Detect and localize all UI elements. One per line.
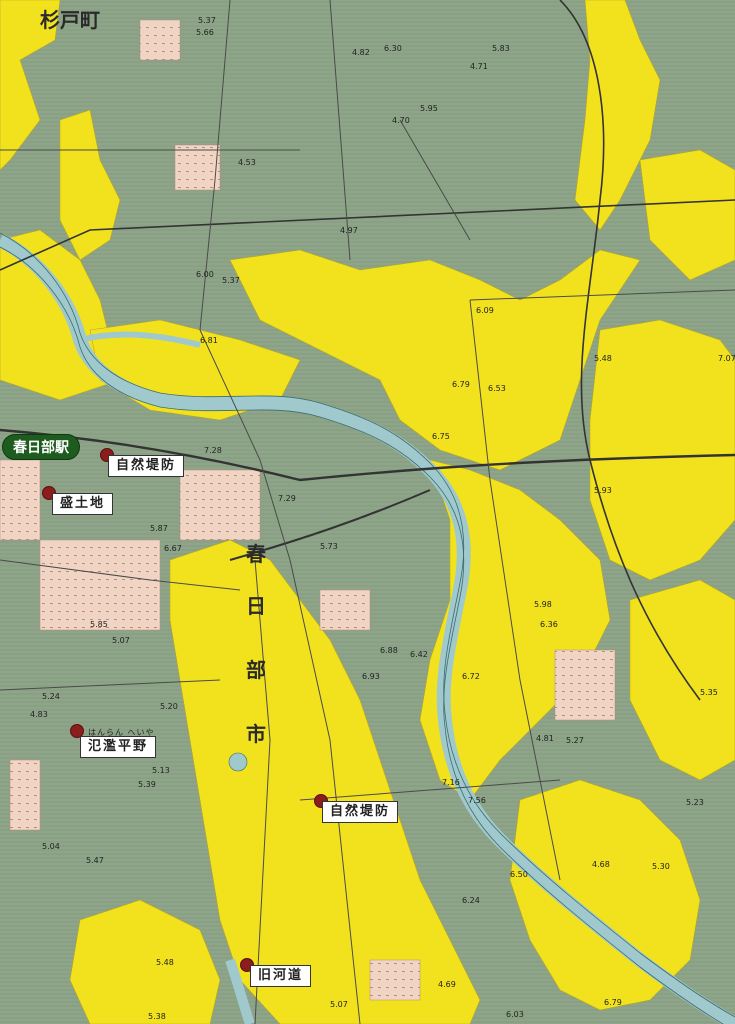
elevation-value: 5.27 <box>566 736 584 745</box>
elevation-value: 6.75 <box>432 432 450 441</box>
city-label-char: 市 <box>246 722 266 746</box>
elevation-value: 5.39 <box>138 780 156 789</box>
elevation-value: 4.68 <box>592 860 610 869</box>
elevation-value: 4.69 <box>438 980 456 989</box>
elevation-value: 6.09 <box>476 306 494 315</box>
elevation-value: 5.48 <box>594 354 612 363</box>
elevation-value: 5.24 <box>42 692 60 701</box>
elevation-value: 7.56 <box>468 796 486 805</box>
elevation-value: 6.42 <box>410 650 428 659</box>
elevation-value: 5.93 <box>594 486 612 495</box>
elevation-value: 5.20 <box>160 702 178 711</box>
elevation-value: 6.72 <box>462 672 480 681</box>
elevation-value: 4.70 <box>392 116 410 125</box>
elevation-value: 6.79 <box>452 380 470 389</box>
elevation-value: 5.37 <box>222 276 240 285</box>
elevation-value: 4.53 <box>238 158 256 167</box>
elevation-value: 5.66 <box>196 28 214 37</box>
elevation-value: 6.79 <box>604 998 622 1007</box>
elevation-value: 7.07 <box>718 354 735 363</box>
elevation-value: 6.00 <box>196 270 214 279</box>
elevation-value: 5.47 <box>86 856 104 865</box>
elevation-value: 5.35 <box>700 688 718 697</box>
elevation-value: 6.93 <box>362 672 380 681</box>
city-label-char: 日 <box>246 594 266 618</box>
elevation-value: 6.81 <box>200 336 218 345</box>
elevation-value: 5.38 <box>148 1012 166 1021</box>
elevation-value: 4.81 <box>536 734 554 743</box>
elevation-value: 5.04 <box>42 842 60 851</box>
map-view[interactable]: 杉戸町 春 日 部 市 5.37 5.66 4.82 6.30 5.83 4.7… <box>0 0 735 1024</box>
elevation-value: 5.07 <box>112 636 130 645</box>
elevation-value: 5.95 <box>420 104 438 113</box>
town-label: 杉戸町 <box>40 8 100 32</box>
elevation-value: 6.36 <box>540 620 558 629</box>
elevation-value: 5.83 <box>492 44 510 53</box>
elevation-value: 5.73 <box>320 542 338 551</box>
elevation-value: 4.83 <box>30 710 48 719</box>
elevation-value: 4.71 <box>470 62 488 71</box>
natural-levee-label: 自然堤防 <box>322 801 399 823</box>
old-river-label: 旧河道 <box>250 965 312 987</box>
flood-plain-label: 氾濫平野 <box>80 736 157 758</box>
elevation-value: 4.82 <box>352 48 370 57</box>
elevation-value: 5.07 <box>330 1000 348 1009</box>
elevation-value: 5.48 <box>156 958 174 967</box>
elevation-value: 5.37 <box>198 16 216 25</box>
elevation-value: 6.30 <box>384 44 402 53</box>
elevation-value: 5.98 <box>534 600 552 609</box>
elevation-value: 6.88 <box>380 646 398 655</box>
fill-land-label: 盛土地 <box>52 493 114 515</box>
elevation-value: 7.29 <box>278 494 296 503</box>
elevation-value: 7.16 <box>442 778 460 787</box>
elevation-value: 5.23 <box>686 798 704 807</box>
elevation-value: 5.85 <box>90 620 108 629</box>
natural-levee-label: 自然堤防 <box>108 455 185 477</box>
elevation-value: 7.28 <box>204 446 222 455</box>
city-label-char: 春 <box>246 542 266 566</box>
elevation-value: 6.24 <box>462 896 480 905</box>
elevation-value: 6.53 <box>488 384 506 393</box>
elevation-value: 5.87 <box>150 524 168 533</box>
elevation-value: 5.13 <box>152 766 170 775</box>
city-label-char: 部 <box>246 658 266 682</box>
station-label: 春日部駅 <box>2 434 80 460</box>
elevation-value: 4.97 <box>340 226 358 235</box>
elevation-value: 6.50 <box>510 870 528 879</box>
elevation-value: 6.67 <box>164 544 182 553</box>
elevation-value: 6.03 <box>506 1010 524 1019</box>
elevation-value: 5.30 <box>652 862 670 871</box>
